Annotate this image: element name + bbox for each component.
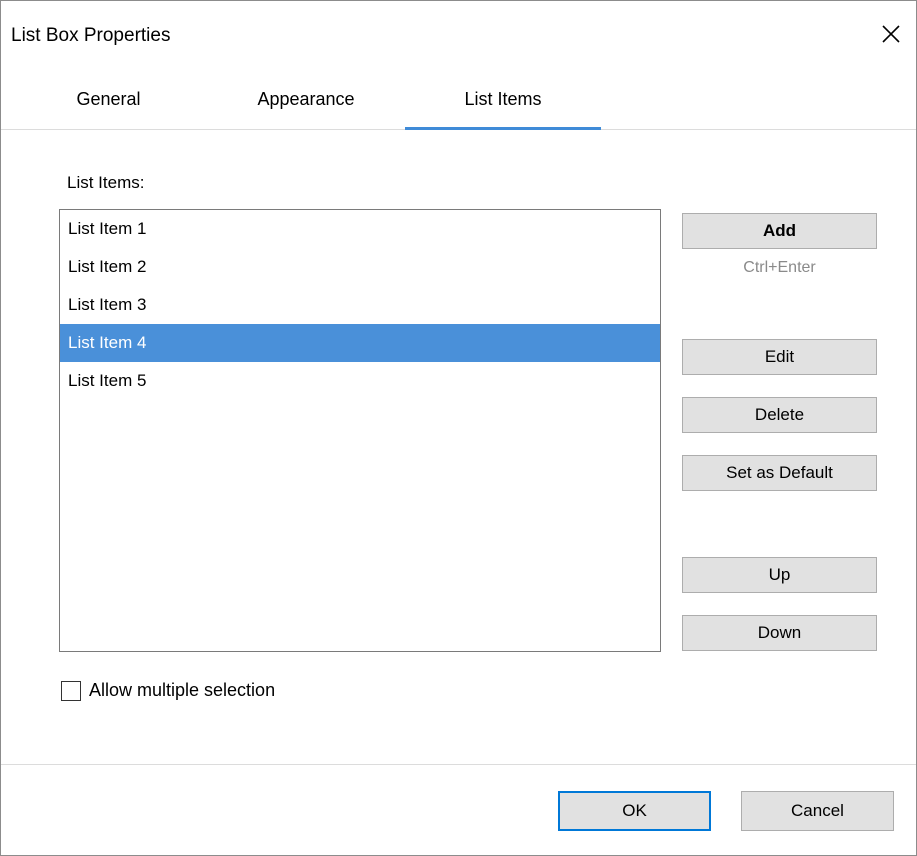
delete-button[interactable]: Delete [682,397,877,433]
list-items-label: List Items: [67,173,145,192]
allow-multiple-selection-checkbox[interactable] [61,680,81,701]
dialog-title: List Box Properties [11,25,171,46]
tab-list-items[interactable]: List Items [405,69,601,130]
list-box-properties-dialog: List Box Properties General Appearance L… [0,0,917,856]
add-shortcut-hint: Ctrl+Enter [743,259,816,276]
cancel-button[interactable]: Cancel [741,791,894,831]
list-item[interactable]: List Item 2 [60,248,660,286]
title-bar: List Box Properties [1,1,916,69]
tab-appearance[interactable]: Appearance [226,69,386,129]
tab-general[interactable]: General [56,69,161,129]
list-item[interactable]: List Item 1 [60,210,660,248]
ok-button[interactable]: OK [558,791,711,831]
tab-general-label: General [76,89,141,109]
list-item-selected[interactable]: List Item 4 [60,324,660,362]
move-down-button[interactable]: Down [682,615,877,651]
tab-appearance-label: Appearance [257,89,355,109]
footer-divider [1,764,916,765]
set-as-default-button[interactable]: Set as Default [682,455,877,491]
edit-button[interactable]: Edit [682,339,877,375]
list-item[interactable]: List Item 5 [60,362,660,400]
allow-multiple-selection-option[interactable]: Allow multiple selection [61,680,275,701]
allow-multiple-selection-label[interactable]: Allow multiple selection [89,680,275,701]
list-items-listbox[interactable]: List Item 1 List Item 2 List Item 3 List… [59,209,661,652]
tab-bar: General Appearance List Items [1,69,916,130]
tab-list-items-label: List Items [464,89,542,109]
close-icon[interactable] [878,21,904,47]
list-item[interactable]: List Item 3 [60,286,660,324]
move-up-button[interactable]: Up [682,557,877,593]
add-button[interactable]: Add [682,213,877,249]
